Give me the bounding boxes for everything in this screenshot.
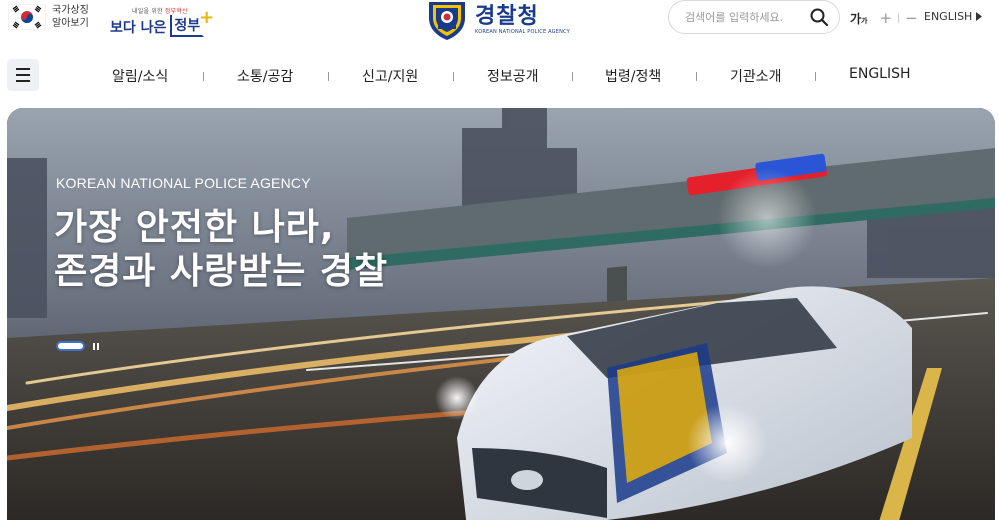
police-logo-link[interactable]: 경찰청 KOREAN NATIONAL POLICE AGENCY (425, 0, 570, 40)
nav-divider (815, 72, 816, 81)
main-navigation: 알림/소식 소통/공감 신고/지원 정보공개 법령/정책 기관소개 ENGLIS… (0, 56, 999, 96)
nav-item-law-policy[interactable]: 법령/정책 (605, 66, 661, 86)
slogan-big-part2: 정부 (174, 18, 201, 34)
government-slogan-link[interactable]: 내일을 위한 정부혁신 보다 나은 정부 + (110, 2, 214, 37)
nav-item-communication[interactable]: 소통/공감 (237, 66, 293, 86)
search-input[interactable] (685, 10, 805, 24)
plus-icon: + (199, 7, 215, 28)
slogan-small-accent: 정부혁신 (164, 8, 188, 15)
english-site-link[interactable]: ENGLISH (924, 10, 983, 23)
nav-divider (328, 72, 329, 81)
national-symbol-label: 국가상징 알아보기 (52, 4, 89, 30)
hero-title-line1: 가장 안전한 나라, (54, 207, 335, 248)
logo-subtitle: KOREAN NATIONAL POLICE AGENCY (475, 29, 570, 35)
slide-indicator-active[interactable] (56, 341, 85, 351)
slogan-small-prefix: 내일을 위한 (132, 8, 163, 15)
hero-banner: KOREAN NATIONAL POLICE AGENCY 가장 안전한 나라,… (7, 108, 995, 520)
font-size-label-small: 가 (861, 16, 868, 25)
nav-item-english[interactable]: ENGLISH (849, 66, 911, 82)
font-increase-button[interactable]: + (880, 9, 893, 27)
nav-divider (696, 72, 697, 81)
taegukgi-flag-icon (7, 3, 47, 31)
nav-divider (572, 72, 573, 81)
nav-divider (203, 72, 204, 81)
menu-icon[interactable] (7, 59, 39, 91)
font-size-control: 가가 + − (850, 9, 918, 27)
slide-controls (56, 341, 101, 351)
hero-title-line2: 존경과 사랑받는 경찰 (54, 251, 389, 292)
font-size-label: 가가 (850, 10, 868, 27)
nav-item-report-support[interactable]: 신고/지원 (362, 66, 418, 86)
slogan-big-text: 보다 나은 정부 + (110, 7, 214, 37)
top-utility-bar: 국가상징 알아보기 내일을 위한 정부혁신 보다 나은 정부 + 경찰청 KORE… (0, 0, 999, 52)
hero-subtitle: KOREAN NATIONAL POLICE AGENCY (56, 175, 311, 191)
national-symbol-label-line1: 국가상징 (52, 5, 89, 16)
pause-icon[interactable] (93, 341, 101, 351)
search-box (668, 0, 840, 34)
nav-item-about[interactable]: 기관소개 (730, 66, 782, 86)
slogan-box: 정부 + (170, 7, 214, 37)
font-decrease-button[interactable]: − (905, 9, 918, 27)
nav-item-news[interactable]: 알림/소식 (112, 66, 168, 86)
nav-divider (453, 72, 454, 81)
slogan-big-part1: 보다 나은 (110, 20, 167, 36)
english-link-label: ENGLISH (924, 10, 973, 23)
logo-title: 경찰청 (475, 4, 539, 29)
national-symbol-link[interactable]: 국가상징 알아보기 (7, 3, 89, 31)
logo-text: 경찰청 KOREAN NATIONAL POLICE AGENCY (475, 4, 570, 36)
search-icon[interactable] (809, 7, 829, 27)
font-size-label-large: 가 (850, 11, 862, 26)
hero-background-image (7, 108, 995, 520)
chevron-right-icon (976, 12, 983, 21)
national-symbol-label-line2: 알아보기 (52, 18, 89, 29)
font-control-divider (898, 13, 900, 23)
hero-title: 가장 안전한 나라, 존경과 사랑받는 경찰 (54, 206, 388, 294)
police-emblem-icon (429, 2, 465, 40)
slogan-small-text: 내일을 위한 정부혁신 (110, 6, 204, 15)
nav-item-information-disclosure[interactable]: 정보공개 (487, 66, 539, 86)
